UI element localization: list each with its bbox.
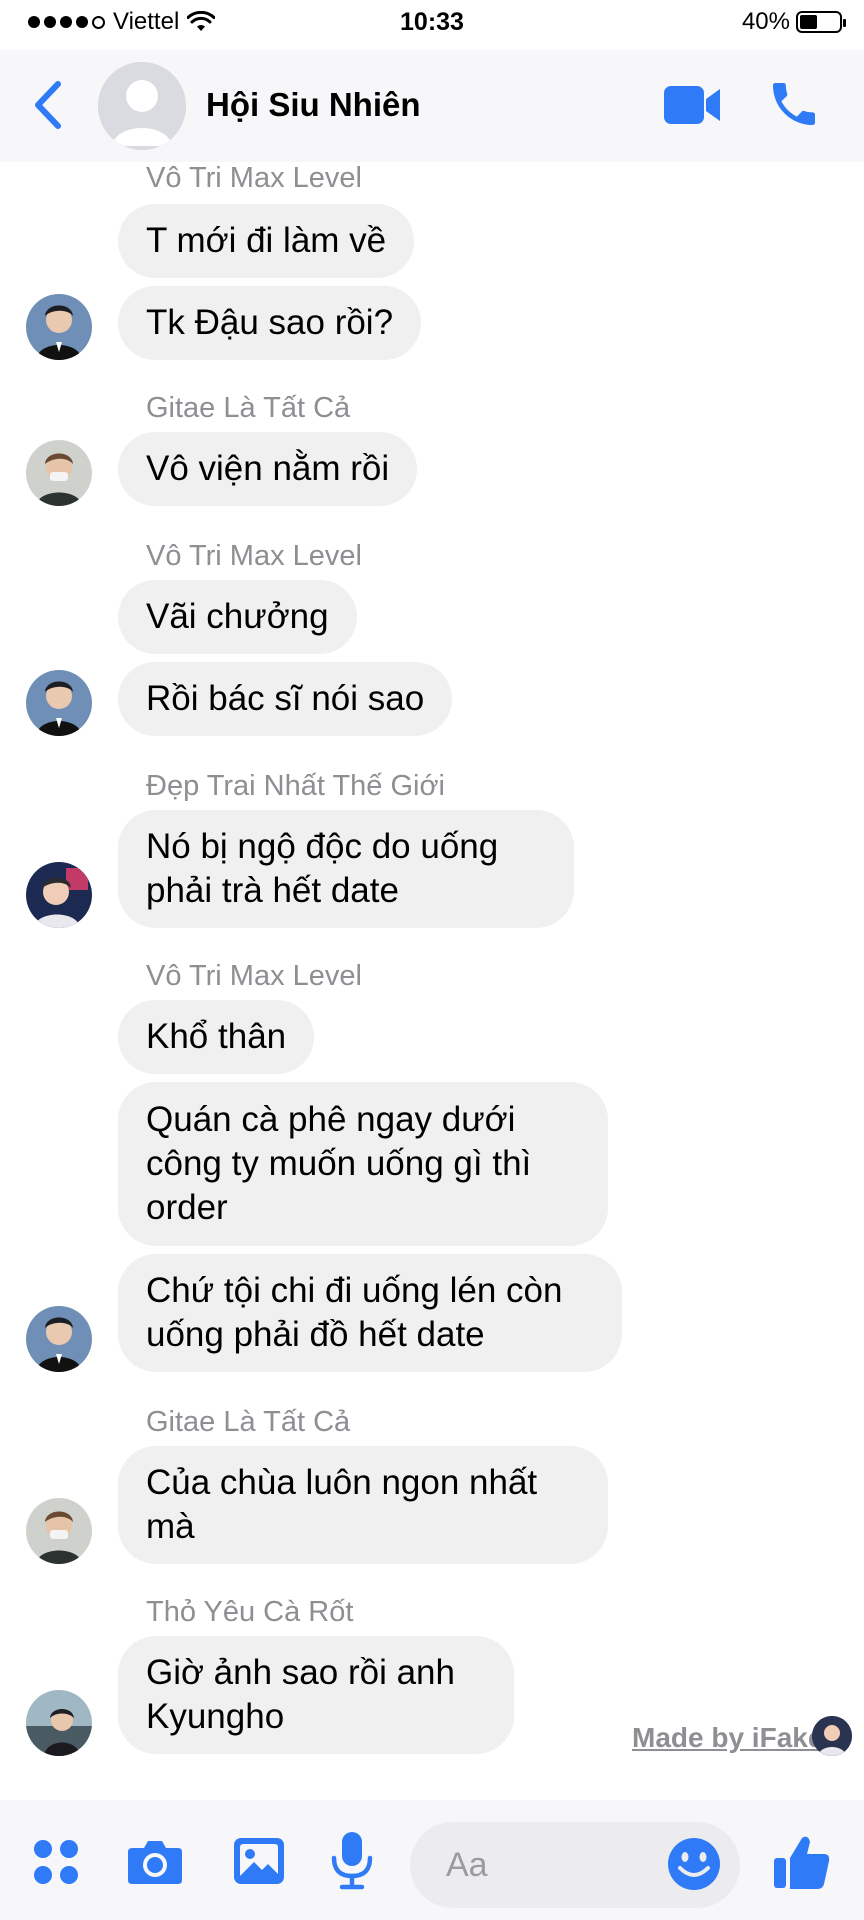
thumbs-up-icon — [774, 1836, 830, 1889]
apps-grid-icon — [34, 1840, 78, 1884]
video-call-button[interactable] — [662, 80, 724, 130]
phone-icon — [773, 83, 815, 125]
battery-percent: 40% — [741, 8, 790, 35]
message-input-placeholder: Aa — [446, 1846, 488, 1884]
profile-photo-icon — [26, 862, 92, 928]
image-icon — [234, 1838, 284, 1884]
avatar-dep-trai[interactable] — [26, 862, 92, 928]
sender-name: Đẹp Trai Nhất Thế Giới — [146, 770, 445, 802]
profile-photo-icon — [26, 294, 92, 360]
like-button[interactable] — [772, 1832, 832, 1892]
profile-photo-icon — [26, 1690, 92, 1756]
message-bubble[interactable]: Rồi bác sĩ nói sao — [118, 662, 453, 736]
apps-button[interactable] — [32, 1838, 80, 1891]
message-input[interactable]: Aa — [410, 1822, 740, 1908]
profile-photo-icon — [26, 440, 92, 506]
message-bubble[interactable]: T mới đi làm về — [118, 204, 415, 278]
avatar-vo-tri[interactable] — [26, 670, 92, 736]
message-bubble[interactable]: Giờ ảnh sao rồi anh Kyungho — [118, 1636, 514, 1754]
battery-icon — [796, 11, 846, 33]
message-bubble[interactable]: Chứ tội chi đi uống lén còn uống phải đồ… — [118, 1254, 622, 1372]
message-bubble[interactable]: Vô viện nằm rồi — [118, 432, 418, 506]
profile-photo-icon — [26, 1498, 92, 1564]
message-bubble[interactable]: Quán cà phê ngay dưới công ty muốn uống … — [118, 1082, 608, 1246]
default-avatar-icon — [98, 62, 186, 150]
battery-group: 40% — [741, 8, 846, 36]
message-bubble[interactable]: Nó bị ngộ độc do uống phải trà hết date — [118, 810, 574, 928]
conversation-header: Hội Siu Nhiên — [0, 50, 864, 162]
group-name[interactable]: Hội Siu Nhiên — [206, 86, 421, 124]
sender-name: Vô Tri Max Level — [146, 540, 362, 572]
watermark-avatar — [812, 1716, 852, 1756]
profile-photo-icon — [26, 670, 92, 736]
sender-name: Gitae Là Tất Cả — [146, 1406, 351, 1438]
avatar-gitae[interactable] — [26, 1498, 92, 1564]
avatar-vo-tri[interactable] — [26, 294, 92, 360]
message-bubble[interactable]: Của chùa luôn ngon nhất mà — [118, 1446, 608, 1564]
back-button[interactable] — [30, 80, 70, 130]
avatar-gitae[interactable] — [26, 440, 92, 506]
sender-name: Gitae Là Tất Cả — [146, 392, 351, 424]
sender-name: Vô Tri Max Level — [146, 162, 362, 194]
camera-button[interactable] — [126, 1838, 184, 1891]
video-camera-icon — [664, 86, 720, 124]
gallery-button[interactable] — [232, 1836, 286, 1891]
back-chevron-icon — [35, 81, 61, 129]
group-avatar[interactable] — [98, 62, 186, 150]
voice-record-button[interactable] — [330, 1830, 374, 1895]
message-bubble[interactable]: Khổ thân — [118, 1000, 315, 1074]
composer-bar: Aa — [0, 1800, 864, 1920]
message-bubble[interactable]: Vãi chưởng — [118, 580, 357, 654]
message-bubble[interactable]: Tk Đậu sao rồi? — [118, 286, 422, 360]
camera-icon — [128, 1841, 182, 1884]
profile-photo-icon — [26, 1306, 92, 1372]
emoji-icon — [668, 1838, 720, 1890]
microphone-icon — [331, 1832, 373, 1890]
avatar-vo-tri[interactable] — [26, 1306, 92, 1372]
watermark: Made by iFake — [632, 1722, 824, 1753]
clock: 10:33 — [400, 8, 464, 36]
sender-name: Thỏ Yêu Cà Rốt — [146, 1596, 354, 1628]
sender-name: Vô Tri Max Level — [146, 960, 362, 992]
voice-call-button[interactable] — [766, 76, 822, 132]
emoji-button[interactable] — [666, 1836, 722, 1892]
profile-photo-icon — [812, 1716, 852, 1756]
status-bar: Viettel 10:33 40% — [0, 0, 864, 50]
avatar-tho[interactable] — [26, 1690, 92, 1756]
